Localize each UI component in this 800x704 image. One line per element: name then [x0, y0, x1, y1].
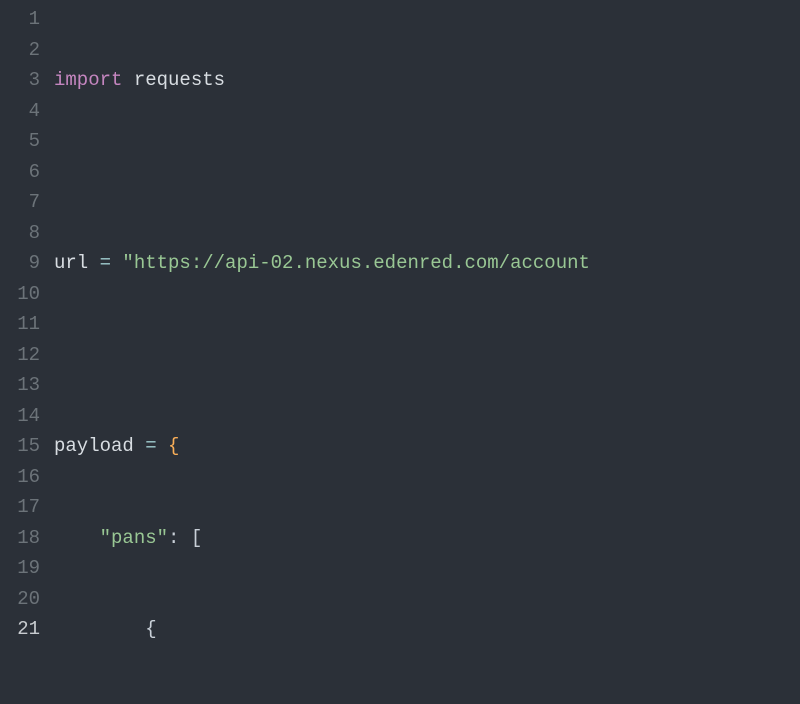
line-number: 18	[0, 523, 40, 554]
line-number: 16	[0, 462, 40, 493]
bracket: [	[191, 527, 202, 549]
line-number: 4	[0, 96, 40, 127]
line-number: 5	[0, 126, 40, 157]
line-number: 9	[0, 248, 40, 279]
line-number: 14	[0, 401, 40, 432]
string: "https://api-02.nexus.edenred.com/accoun…	[122, 252, 589, 274]
brace: {	[168, 435, 179, 457]
variable: url	[54, 252, 100, 274]
line-number: 12	[0, 340, 40, 371]
line-number: 3	[0, 65, 40, 96]
line-number: 19	[0, 553, 40, 584]
keyword-import: import	[54, 69, 122, 91]
line-number: 6	[0, 157, 40, 188]
variable: payload	[54, 435, 145, 457]
line-number: 11	[0, 309, 40, 340]
brace: {	[145, 618, 156, 640]
code-line[interactable]	[54, 340, 800, 371]
code-editor[interactable]: 1 2 3 4 5 6 7 8 9 10 11 12 13 14 15 16 1…	[0, 0, 800, 704]
line-number: 7	[0, 187, 40, 218]
colon: :	[168, 527, 191, 549]
code-area[interactable]: import requests url = "https://api-02.ne…	[54, 4, 800, 704]
dict-key: "pans"	[100, 527, 168, 549]
line-number: 2	[0, 35, 40, 66]
line-number: 10	[0, 279, 40, 310]
module-name: requests	[122, 69, 225, 91]
code-line[interactable]: {	[54, 614, 800, 645]
line-number: 1	[0, 4, 40, 35]
operator: =	[145, 435, 168, 457]
code-line[interactable]: payload = {	[54, 431, 800, 462]
code-line[interactable]: "pans": [	[54, 523, 800, 554]
line-number: 20	[0, 584, 40, 615]
line-number-gutter: 1 2 3 4 5 6 7 8 9 10 11 12 13 14 15 16 1…	[0, 4, 54, 704]
line-number: 8	[0, 218, 40, 249]
line-number: 17	[0, 492, 40, 523]
line-number: 13	[0, 370, 40, 401]
code-line[interactable]	[54, 157, 800, 188]
code-line[interactable]: import requests	[54, 65, 800, 96]
code-line[interactable]: url = "https://api-02.nexus.edenred.com/…	[54, 248, 800, 279]
line-number: 15	[0, 431, 40, 462]
line-number-current: 21	[0, 614, 40, 645]
operator: =	[100, 252, 123, 274]
